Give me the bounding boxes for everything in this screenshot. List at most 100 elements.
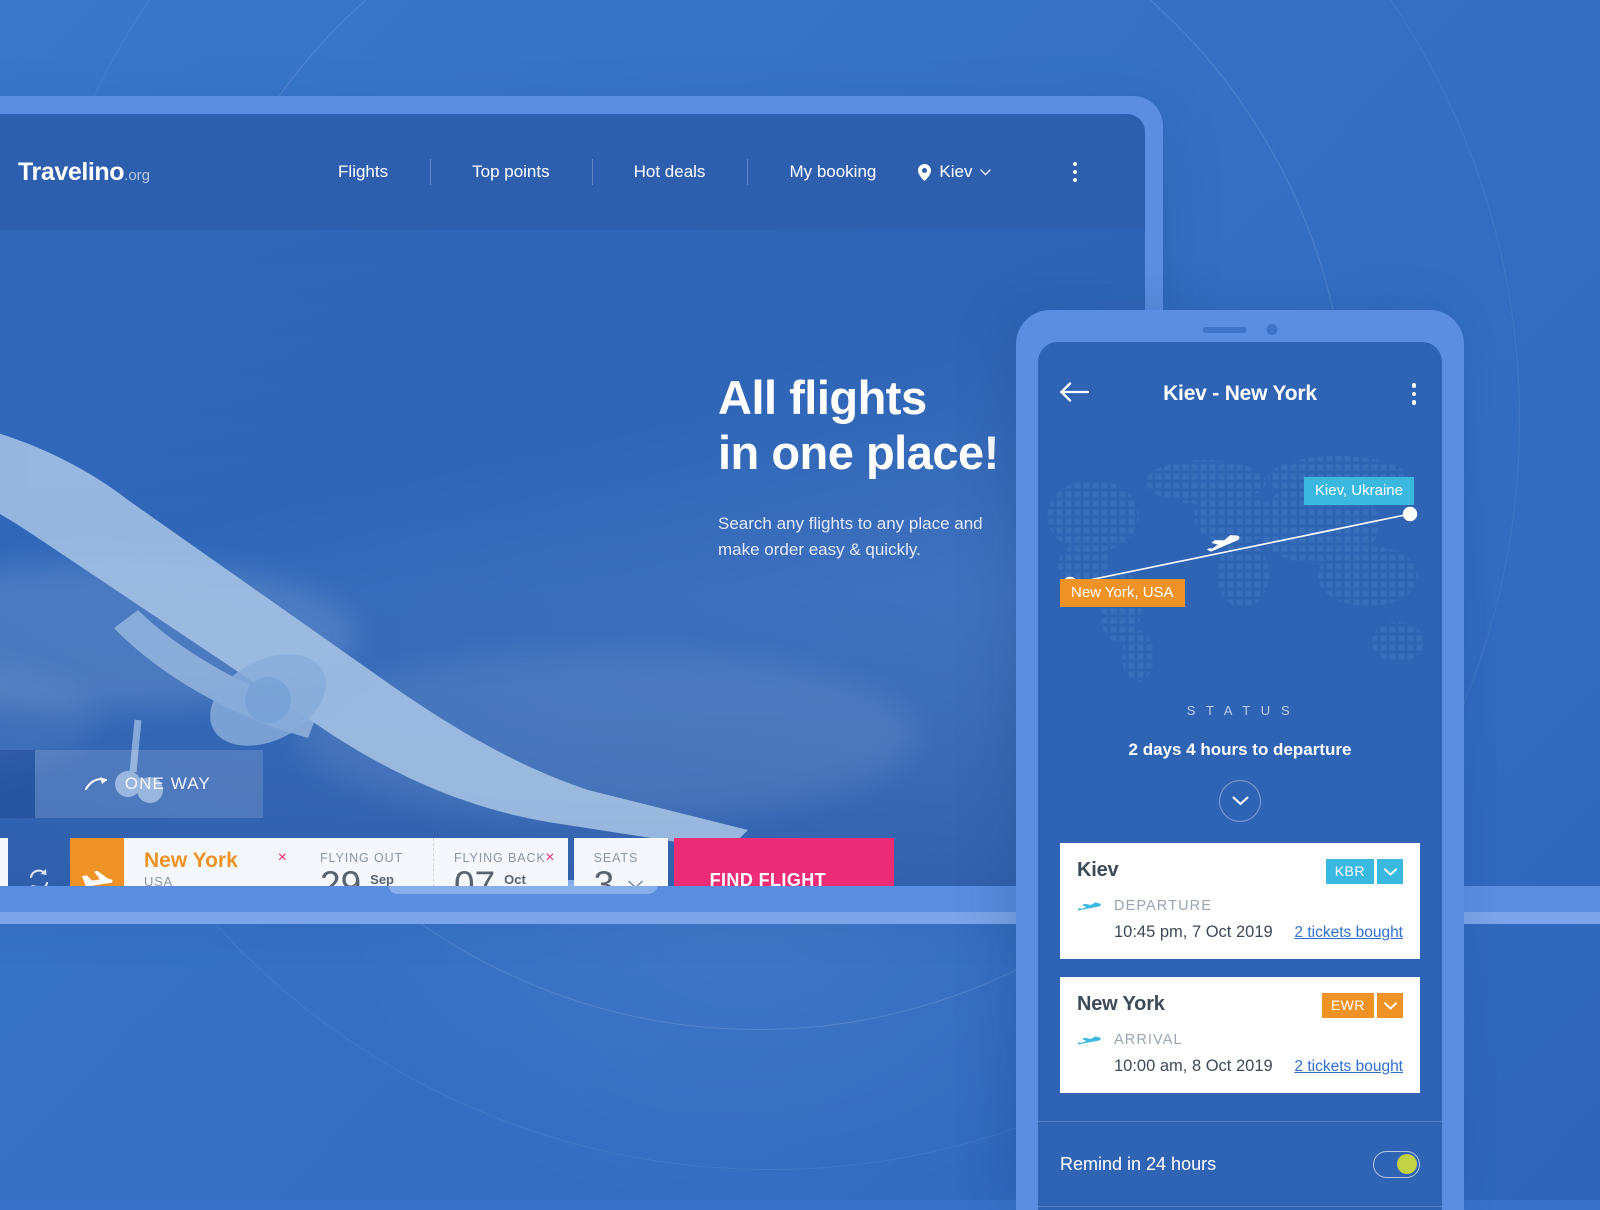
kebab-dot — [1073, 178, 1078, 182]
logo-suffix: .org — [124, 166, 151, 184]
swap-cities-button[interactable] — [8, 838, 70, 886]
status-section: S T A T U S 2 days 4 hours to departure — [1038, 695, 1442, 822]
flight-card-departure[interactable]: Kiev KBR DEPARTURE 10:45 pm, 7 Oct 2019 … — [1060, 843, 1420, 959]
nav-item-hot-deals[interactable]: Hot deals — [592, 162, 748, 182]
nav-item-top-points[interactable]: Top points — [430, 162, 592, 182]
kebab-dot — [1411, 383, 1416, 388]
flying-out-month-year: Sep 2019 — [370, 866, 399, 886]
status-label: S T A T U S — [1186, 703, 1294, 718]
flight-card-arrival[interactable]: New York EWR ARRIVAL 10:00 am, 8 Oct 201… — [1060, 977, 1420, 1093]
front-camera — [1266, 324, 1278, 335]
site-logo[interactable]: Travelino.org — [18, 158, 150, 187]
location-pin-icon — [918, 163, 932, 181]
swap-arrows-icon — [29, 869, 49, 886]
flight-search-bar: × Kiev UKRAINE KBR + — [0, 838, 894, 886]
destination-clear-button[interactable]: × — [278, 850, 287, 866]
flying-out-value: 29 Sep 2019 — [320, 866, 411, 886]
toggle-knob — [1397, 1153, 1417, 1174]
chevron-down-icon — [980, 168, 992, 176]
chevron-down-icon — [1383, 867, 1397, 876]
tab-one-way[interactable]: ONE WAY — [34, 750, 263, 818]
flying-out-field[interactable]: FLYING OUT 29 Sep 2019 — [300, 838, 433, 886]
city-selector[interactable]: Kiev — [918, 162, 992, 182]
nav-item-flights[interactable]: Flights — [296, 162, 430, 182]
seats-value-row: 3 — [594, 866, 648, 886]
map-label-destination: New York, USA — [1060, 579, 1185, 607]
status-value: 2 days 4 hours to departure — [1128, 740, 1352, 759]
departure-code-dropdown-button[interactable] — [1377, 859, 1403, 884]
back-arrow-icon[interactable] — [1059, 381, 1090, 407]
chevron-down-icon[interactable] — [628, 880, 644, 886]
chevron-down-icon — [1232, 796, 1248, 806]
kebab-dot — [1073, 162, 1078, 166]
nav-right-group: Kiev — [918, 158, 1125, 186]
flight-card-header: Kiev KBR — [1077, 859, 1403, 884]
arrival-code-dropdown-button[interactable] — [1377, 993, 1403, 1018]
airplane-arrive-icon — [1078, 1035, 1101, 1044]
expand-details-button[interactable] — [1219, 780, 1261, 822]
departure-time: 10:45 pm, 7 Oct 2019 — [1114, 923, 1273, 941]
seats-value: 3 — [593, 864, 615, 886]
site-navbar: Travelino.org Flights Top points Hot dea… — [0, 114, 1145, 230]
arrival-kind-label: ARRIVAL — [1114, 1032, 1183, 1048]
flying-out-day: 29 — [320, 864, 362, 886]
airplane-landing-icon — [70, 838, 124, 886]
destination-country: USA — [144, 873, 173, 886]
destination-field[interactable]: × New York USA EWR + — [70, 838, 300, 886]
browser-viewport: All flights in one place! Search any fli… — [0, 114, 1145, 886]
flying-out-label: FLYING OUT — [320, 851, 404, 865]
find-flight-button[interactable]: FIND FLIGHT — [673, 838, 894, 886]
speaker-bar — [1202, 326, 1247, 333]
flying-back-month-year: Oct 2019 — [504, 866, 533, 886]
arrival-city: New York — [1077, 993, 1165, 1015]
kebab-dot — [1411, 391, 1416, 397]
kebab-dot — [1411, 400, 1416, 405]
phone-title: Kiev - New York — [1163, 382, 1317, 405]
map-label-origin: Kiev, Ukraine — [1303, 477, 1414, 505]
arrival-kind-row: ARRIVAL — [1077, 1032, 1403, 1048]
date-fields: FLYING OUT 29 Sep 2019 × FLYING BACK — [300, 838, 568, 886]
phone-mockup: Kiev - New York Kiev, Ukraine New York, … — [1016, 310, 1464, 1210]
arrival-time: 10:00 am, 8 Oct 2019 — [1114, 1057, 1273, 1075]
departure-airport-code[interactable]: KBR — [1325, 859, 1374, 884]
arrival-code-group: EWR — [1321, 993, 1403, 1018]
departure-city: Kiev — [1077, 859, 1119, 881]
flying-back-label: FLYING BACK — [454, 851, 546, 865]
arrival-airport-code[interactable]: EWR — [1321, 993, 1374, 1018]
kebab-menu-icon[interactable] — [1069, 158, 1081, 186]
departure-tickets-link[interactable]: 2 tickets bought — [1294, 924, 1403, 942]
destination-details: × New York USA EWR + — [124, 838, 300, 886]
hero-section: All flights in one place! Search any fli… — [0, 230, 1145, 886]
logo-name: Travelino — [18, 157, 125, 186]
phone-kebab-menu-icon[interactable] — [1408, 379, 1421, 409]
origin-details: × Kiev UKRAINE KBR + — [0, 838, 8, 886]
nav-item-my-booking[interactable]: My booking — [747, 162, 918, 182]
flying-back-clear-button[interactable]: × — [545, 850, 554, 866]
laptop-mockup: All flights in one place! Search any fli… — [0, 96, 1163, 886]
destination-city-name: New York — [144, 849, 238, 872]
flying-back-month: Oct — [504, 872, 526, 886]
flight-cards: Kiev KBR DEPARTURE 10:45 pm, 7 Oct 2019 … — [1038, 801, 1442, 1093]
nav-links: Flights Top points Hot deals My booking — [296, 162, 918, 182]
one-way-arrow-icon — [84, 777, 107, 790]
seats-field[interactable]: SEATS 3 — [573, 838, 668, 886]
flight-card-header: New York EWR — [1077, 993, 1403, 1018]
remind-toggle[interactable] — [1373, 1150, 1420, 1178]
flying-back-value: 07 Oct 2019 — [454, 866, 546, 886]
flying-back-field[interactable]: × FLYING BACK 07 Oct 2019 — [433, 838, 568, 886]
seats-label: SEATS — [593, 851, 639, 865]
airplane-depart-icon — [1078, 901, 1101, 910]
kebab-dot — [1073, 170, 1078, 174]
phone-screen: Kiev - New York Kiev, Ukraine New York, … — [1038, 342, 1442, 1210]
phone-header: Kiev - New York — [1038, 342, 1442, 446]
phone-speaker — [1202, 324, 1278, 335]
flying-out-month: Sep — [370, 872, 394, 886]
arrival-tickets-link[interactable]: 2 tickets bought — [1294, 1058, 1403, 1076]
divider — [1038, 1206, 1442, 1207]
departure-kind-label: DEPARTURE — [1114, 898, 1212, 914]
origin-field[interactable]: × Kiev UKRAINE KBR + — [0, 838, 8, 886]
remind-row[interactable]: Remind in 24 hours — [1038, 1122, 1442, 1206]
tab-round-trip[interactable]: ROUND TRIP — [0, 750, 35, 818]
flying-back-day: 07 — [454, 864, 496, 886]
route-map[interactable]: Kiev, Ukraine New York, USA — [1038, 446, 1442, 695]
